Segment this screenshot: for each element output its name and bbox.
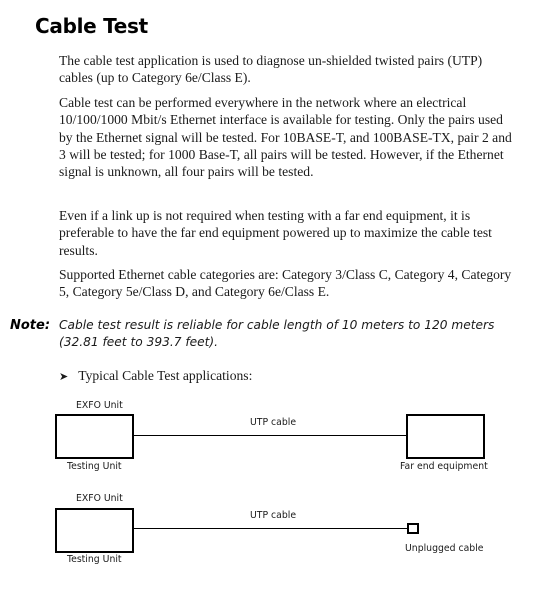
exfo-unit-label: EXFO Unit — [76, 400, 123, 411]
unplugged-cable-label: Unplugged cable — [405, 543, 484, 554]
page-title: Cable Test — [35, 14, 148, 38]
note-text: Cable test result is reliable for cable … — [59, 318, 495, 350]
bullet-text: Typical Cable Test applications: — [78, 368, 253, 383]
note-label: Note: — [10, 318, 51, 333]
unplugged-connector-icon — [407, 523, 419, 534]
arrow-bullet-icon: ➤ — [59, 370, 69, 383]
testing-unit-box — [55, 414, 134, 459]
utp-cable-line — [133, 527, 408, 529]
paragraph-where: Cable test can be performed everywhere i… — [59, 95, 512, 180]
far-end-equipment-box — [406, 414, 485, 459]
testing-unit-label: Testing Unit — [67, 554, 122, 565]
bullet-item: ➤ Typical Cable Test applications: — [59, 368, 252, 384]
testing-unit-box — [55, 508, 134, 553]
utp-cable-label: UTP cable — [250, 510, 297, 521]
paragraph-far-end: Even if a link up is not required when t… — [59, 208, 492, 258]
utp-cable-label: UTP cable — [250, 417, 297, 428]
utp-cable-line — [133, 434, 408, 436]
far-end-equipment-label: Far end equipment — [400, 461, 488, 472]
testing-unit-label: Testing Unit — [67, 461, 122, 472]
paragraph-categories: Supported Ethernet cable categories are:… — [59, 267, 512, 300]
exfo-unit-label: EXFO Unit — [76, 493, 123, 504]
paragraph-intro: The cable test application is used to di… — [59, 53, 483, 86]
